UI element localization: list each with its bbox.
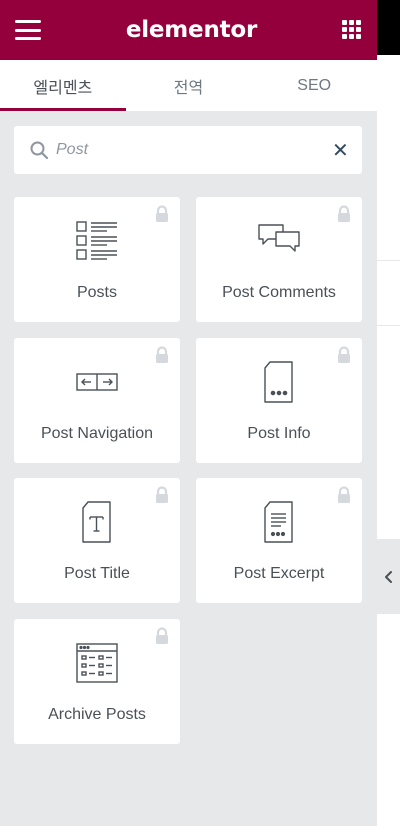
- clear-search-icon[interactable]: ✕: [332, 138, 349, 163]
- post-info-icon: [196, 360, 362, 404]
- elementor-panel: elementor 엘리멘츠 전역 SEO ✕: [0, 0, 377, 826]
- chevron-left-icon: [384, 570, 392, 583]
- widget-posts[interactable]: Posts: [14, 197, 180, 322]
- tab-elements[interactable]: 엘리멘츠: [0, 60, 126, 111]
- widget-title: Archive Posts: [48, 706, 146, 723]
- widget-search: ✕: [14, 126, 362, 174]
- widget-title: Post Excerpt: [233, 565, 325, 582]
- tab-global[interactable]: 전역: [126, 60, 252, 111]
- post-navigation-icon: [14, 360, 180, 404]
- widget-title: Post Title: [64, 565, 130, 582]
- panel-tabs: 엘리멘츠 전역 SEO: [0, 60, 377, 111]
- widget-post-info[interactable]: Post Info: [196, 338, 362, 463]
- divider: [377, 325, 400, 326]
- widget-post-navigation[interactable]: Post Navigation: [14, 338, 180, 463]
- widgets-grid-icon[interactable]: [342, 20, 362, 40]
- post-excerpt-icon: [196, 500, 362, 544]
- widget-post-excerpt[interactable]: Post Excerpt: [196, 478, 362, 603]
- menu-icon[interactable]: [15, 20, 41, 40]
- elementor-logo: elementor: [125, 17, 258, 43]
- post-comments-icon: [196, 219, 362, 263]
- widget-title: Post Navigation: [40, 425, 154, 442]
- search-icon: [30, 141, 48, 159]
- top-strip: [377, 0, 400, 55]
- panel-header: elementor: [0, 0, 377, 60]
- search-input[interactable]: [56, 141, 332, 159]
- widget-archive-posts[interactable]: Archive Posts: [14, 619, 180, 744]
- widget-post-title[interactable]: Post Title: [14, 478, 180, 603]
- editor-canvas: [377, 0, 400, 826]
- posts-icon: [14, 219, 180, 263]
- widget-post-comments[interactable]: Post Comments: [196, 197, 362, 322]
- widget-title: Posts: [76, 284, 117, 301]
- post-title-icon: [14, 500, 180, 544]
- archive-posts-icon: [14, 641, 180, 685]
- collapse-panel-button[interactable]: [377, 539, 400, 614]
- divider: [377, 260, 400, 261]
- tab-seo[interactable]: SEO: [251, 60, 377, 111]
- widget-title: Post Info: [247, 425, 311, 442]
- widget-title: Post Comments: [222, 284, 336, 301]
